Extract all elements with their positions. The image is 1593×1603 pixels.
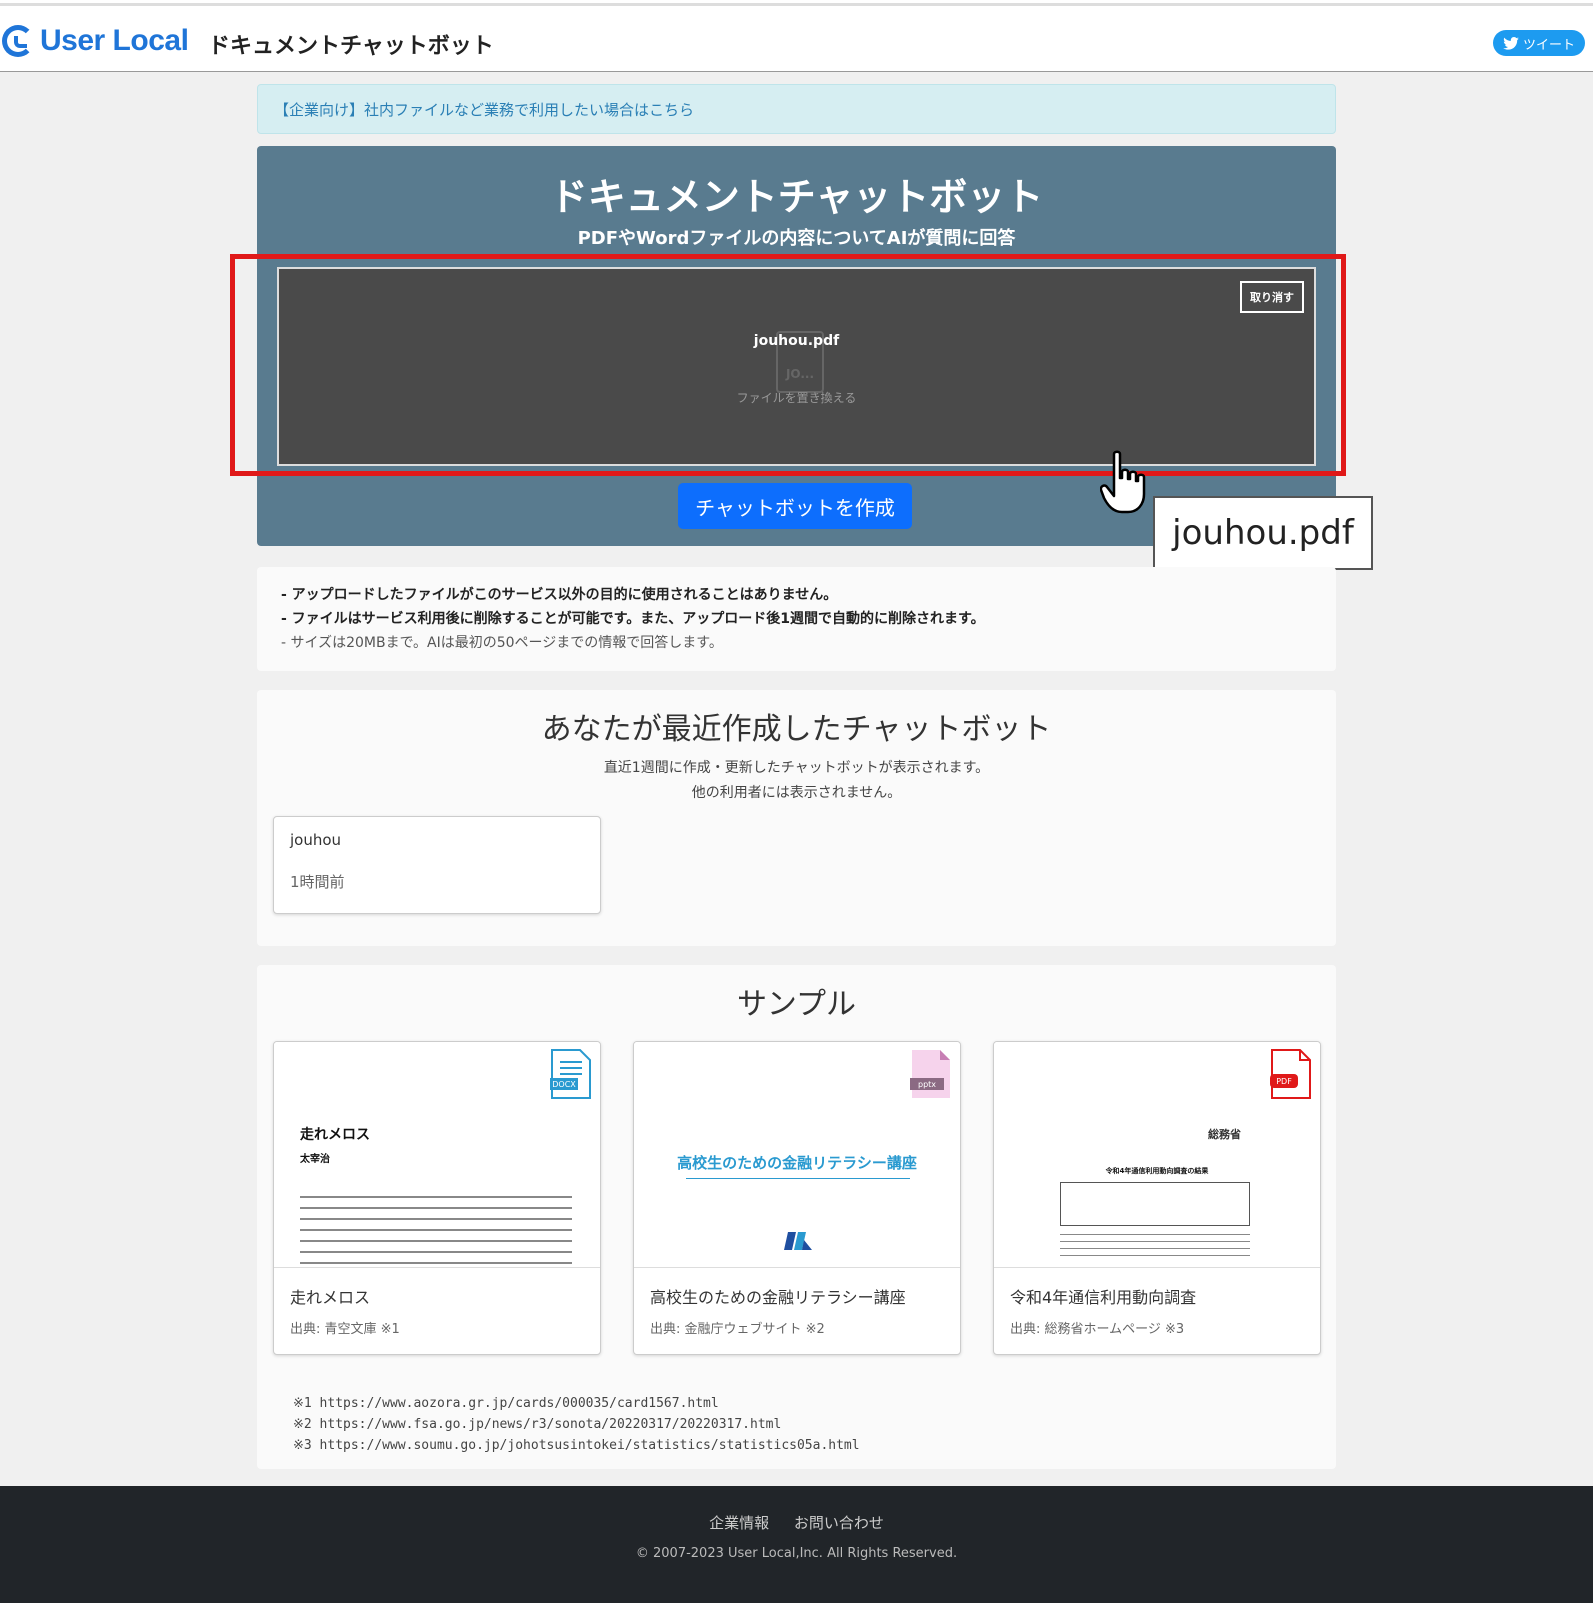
tweet-label: ツイート [1522, 37, 1575, 53]
docx-badge-label: DOCX [552, 1080, 576, 1089]
sample-title: 令和4年通信利用動向調査 [1010, 1288, 1197, 1307]
chatbot-card[interactable]: jouhou 1時間前 [273, 816, 601, 914]
sample-thumbnail: pptx 高校生のための金融リテラシー講座 [634, 1042, 960, 1268]
hand-pointer-icon [1100, 450, 1146, 514]
hero-subtitle: PDFやWordファイルの内容についてAIが質問に回答 [577, 228, 1016, 249]
sample-title: 高校生のための金融リテラシー講座 [650, 1288, 906, 1307]
sample-title: 走れメロス [290, 1288, 371, 1307]
create-chatbot-button[interactable]: チャットボットを作成 [678, 483, 912, 529]
contact-link[interactable]: お問い合わせ [794, 1514, 884, 1532]
note-line-3: - サイズは20MBまで。AIは最初の50ページまでの情報で回答します。 [281, 635, 723, 651]
app-name: ドキュメントチャットボット [208, 34, 494, 59]
samples-title: サンプル [736, 987, 857, 1022]
recent-chatbots-section: あなたが最近作成したチャットボット 直近1週間に作成・更新したチャットボットが表… [257, 690, 1336, 946]
pdf-badge-label: PDF [1276, 1077, 1292, 1086]
highlight-box [230, 254, 1346, 476]
site-footer: 企業情報 お問い合わせ © 2007-2023 User Local,Inc. … [0, 1486, 1593, 1603]
footnote-3: ※3 https://www.soumu.go.jp/johotsusintok… [293, 1438, 860, 1453]
site-header: User Local ドキュメントチャットボット ツイート [0, 6, 1593, 72]
pdf-file-icon: PDF [1270, 1049, 1311, 1099]
sample-thumbnail: DOCX 走れメロス 太宰治 [274, 1042, 600, 1268]
sample-card-melos[interactable]: DOCX 走れメロス 太宰治 走れメロス 出典: 青空文庫 ※1 [273, 1041, 601, 1355]
thumb-author: 太宰治 [300, 1154, 330, 1165]
usage-notes: - アップロードしたファイルがこのサービス以外の目的に使用されることはありません… [257, 567, 1336, 671]
footer-links: 企業情報 お問い合わせ [0, 1512, 1593, 1533]
company-info-link[interactable]: 企業情報 [709, 1514, 769, 1532]
user-local-logo[interactable]: User Local [2, 24, 189, 58]
sample-source: 出典: 総務省ホームページ ※3 [1010, 1322, 1185, 1337]
pptx-badge-label: pptx [918, 1080, 936, 1089]
sample-source: 出典: 青空文庫 ※1 [290, 1322, 400, 1337]
thumb-underline [686, 1178, 910, 1179]
note-line-2: - ファイルはサービス利用後に削除することが可能です。また、アップロード後1週間… [281, 611, 985, 627]
drag-file-tooltip: jouhou.pdf [1153, 496, 1373, 570]
thumb-heading: 令和4年通信利用動向調査の結果 [1105, 1167, 1209, 1175]
recent-desc-line-1: 直近1週間に作成・更新したチャットボットが表示されます。 [603, 760, 990, 776]
notice-text: 【企業向け】社内ファイルなど業務で利用したい場合はこちら [274, 101, 695, 119]
thumb-summary-box [1060, 1182, 1250, 1226]
tweet-button[interactable]: ツイート [1493, 30, 1585, 56]
enterprise-notice-link[interactable]: 【企業向け】社内ファイルなど業務で利用したい場合はこちら [257, 84, 1336, 134]
source-footnotes: ※1 https://www.aozora.gr.jp/cards/000035… [293, 1393, 860, 1456]
twitter-bird-icon [1503, 36, 1519, 50]
pptx-file-icon: pptx [910, 1050, 950, 1098]
note-line-1: - アップロードしたファイルがこのサービス以外の目的に使用されることはありません… [281, 587, 838, 603]
chatbot-name: jouhou [290, 831, 342, 849]
thumb-title: 走れメロス [300, 1127, 370, 1143]
logo-mark-icon [2, 25, 34, 57]
thumb-title: 高校生のための金融リテラシー講座 [677, 1154, 917, 1172]
chatbot-updated-time: 1時間前 [290, 873, 345, 891]
thumb-body-text [300, 1196, 572, 1267]
sample-thumbnail: PDF 総務省 令和4年通信利用動向調査の結果 [994, 1042, 1320, 1268]
thumb-body-text [1060, 1234, 1250, 1262]
sample-card-finance[interactable]: pptx 高校生のための金融リテラシー講座 高校生のための金融リテラシー講座 出… [633, 1041, 961, 1355]
sample-source: 出典: 金融庁ウェブサイト ※2 [650, 1322, 825, 1337]
footnote-1: ※1 https://www.aozora.gr.jp/cards/000035… [293, 1396, 719, 1411]
thumb-org: 総務省 [1208, 1128, 1241, 1141]
sample-card-soumu[interactable]: PDF 総務省 令和4年通信利用動向調査の結果 令和4年通信利用動向調査 出典:… [993, 1041, 1321, 1355]
footnote-2: ※2 https://www.fsa.go.jp/news/r3/sonota/… [293, 1417, 782, 1432]
docx-file-icon: DOCX [550, 1049, 591, 1099]
logo-text: User Local [40, 24, 189, 57]
hero-title: ドキュメントチャットボット [549, 175, 1044, 219]
copyright: © 2007-2023 User Local,Inc. All Rights R… [635, 1546, 958, 1561]
fsa-logo-icon [784, 1232, 812, 1250]
samples-section: サンプル DOCX 走れメロス 太宰治 走れメロス 出典: 青空文庫 ※1 pp… [257, 965, 1336, 1469]
recent-desc: 直近1週間に作成・更新したチャットボットが表示されます。 他の利用者には表示され… [257, 756, 1336, 806]
recent-title: あなたが最近作成したチャットボット [541, 712, 1052, 747]
recent-desc-line-2: 他の利用者には表示されません。 [691, 785, 902, 801]
